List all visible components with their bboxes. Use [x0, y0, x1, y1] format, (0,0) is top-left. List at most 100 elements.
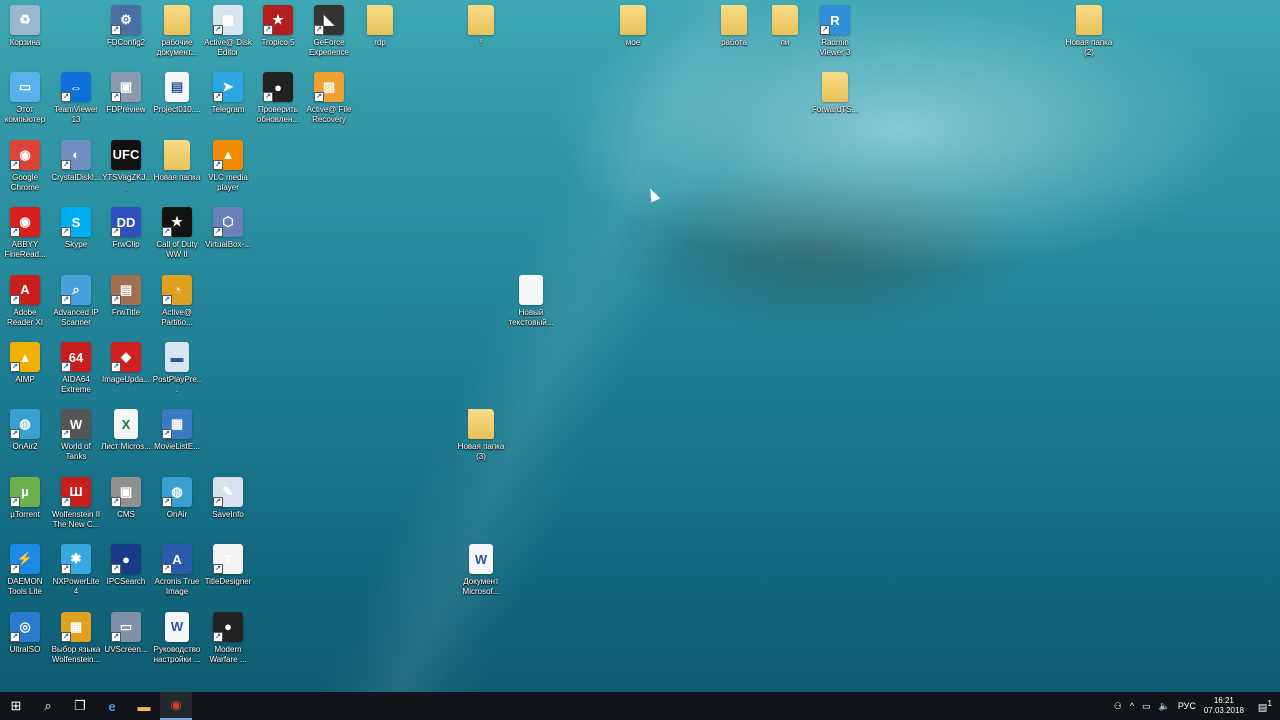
cod-ww2-icon: ★ ↗	[162, 207, 192, 238]
desktop[interactable]: ♻ Корзина ⚙ ↗ FDConfig2 рабочие документ... ▦ ↗…	[0, 0, 1280, 692]
desktop-icon-folder[interactable]: Новая папка (3)	[456, 409, 506, 462]
desktop-icon-tropico[interactable]: ★ ↗ Tropico 5	[253, 5, 303, 48]
desktop-icon-file[interactable]: Новый текстовый...	[506, 274, 556, 328]
task-view-button[interactable]: ❐	[64, 692, 96, 720]
desktop-icon-wot[interactable]: W ↗ World of Tanks	[51, 409, 101, 462]
taskbar-edge[interactable]: e	[96, 692, 128, 720]
desktop-icon-virtualbox[interactable]: ⬡ ↗ VirtualBox-...	[203, 207, 253, 250]
desktop-icon-folder[interactable]: ForwardTS...	[810, 72, 860, 115]
shortcut-arrow-icon: ↗	[61, 564, 71, 575]
desktop-icon-file[interactable]: ▬ PostPlayPre...	[152, 342, 202, 395]
desktop-icon-cod-ww2[interactable]: ★ ↗ Call of Duty WW II	[152, 207, 202, 260]
desktop-icon-partition[interactable]: ◔ ↗ Active@ Partitio...	[152, 274, 202, 328]
desktop-icon-modern-warfare[interactable]: ● ↗ Modern Warfare ...	[203, 611, 253, 665]
desktop-icon-geforce[interactable]: ◣ ↗ GeForce Experience	[304, 5, 354, 58]
desktop-icon-label: Tropico 5	[261, 38, 295, 47]
taskbar-explorer[interactable]: ▬	[128, 692, 160, 720]
desktop-icon-abbyy[interactable]: ◉ ↗ ABBYY FineRead...	[0, 207, 50, 260]
desktop-icon-language[interactable]: ▦ ↗ Выбор языка Wolfenstein...	[51, 611, 101, 665]
desktop-icon-imageupdater[interactable]: ◆ ↗ ImageUpda...	[101, 342, 151, 385]
desktop-icon-folder[interactable]: Новая папка	[152, 139, 202, 183]
desktop-icon-nxpowerlite[interactable]: ✱ ↗ NXPowerLite 4	[51, 544, 101, 597]
desktop-icon-onair[interactable]: ◍ ↗ OnAir	[152, 476, 202, 520]
desktop-icon-teamviewer[interactable]: ⇔ ↗ TeamViewer 13	[51, 72, 101, 125]
desktop-icon-label: Radmin Viewer 3	[819, 38, 851, 57]
chevron-up-icon[interactable]: ^	[1130, 701, 1134, 711]
desktop-icon-folder[interactable]: Новая папка (2)	[1064, 5, 1114, 58]
desktop-icon-folder[interactable]: мое	[608, 5, 658, 48]
desktop-icon-wolfenstein[interactable]: Ш ↗ Wolfenstein II The New C...	[51, 476, 101, 530]
volume-icon[interactable]: 🔈	[1159, 701, 1170, 712]
desktop-icon-file-recovery[interactable]: ▧ ↗ Active@ File Recovery	[304, 72, 354, 125]
folder-icon	[620, 5, 646, 35]
taskbar-chrome[interactable]: ◉	[160, 692, 192, 720]
desktop-icon-word[interactable]: W Документ Microsof...	[456, 544, 506, 597]
desktop-icon-telegram[interactable]: ➤ ↗ Telegram	[203, 72, 253, 115]
desktop-icon-acronis[interactable]: A ↗ Acronis True Image	[152, 544, 202, 597]
shortcut-arrow-icon: ↗	[61, 159, 71, 170]
desktop-icon-aida64[interactable]: 64 ↗ AIDA64 Extreme	[51, 342, 101, 395]
desktop-icon-cms[interactable]: ▣ ↗ CMS	[101, 476, 151, 520]
desktop-icon-ufc-image[interactable]: UFC YTSVagZKJ...	[101, 139, 151, 193]
network-icon[interactable]: ▭	[1142, 701, 1151, 712]
desktop-icon-label: Wolfenstein II The New C...	[51, 509, 101, 529]
desktop-icon-label: GeForce Experience	[308, 38, 350, 57]
chrome-icon: ◉ ↗	[10, 139, 40, 170]
skype-icon: S ↗	[61, 207, 91, 238]
desktop-icon-folder[interactable]: пи	[760, 5, 810, 48]
desktop-icon-computer[interactable]: ▭ Этот компьютер	[0, 72, 50, 125]
desktop-icon-daemon-tools[interactable]: ⚡ ↗ DAEMON Tools Lite	[0, 544, 50, 597]
language-indicator[interactable]: РУС	[1178, 701, 1196, 711]
desktop-icon-folder[interactable]: rdp	[355, 5, 405, 48]
start-button[interactable]: ⊞	[0, 692, 32, 720]
desktop-icon-label: Корзина	[9, 38, 41, 47]
desktop-icon-word[interactable]: W Руководство настройки ...	[152, 611, 202, 665]
saveinfo-icon: ✎ ↗	[213, 476, 243, 507]
desktop-icon-titledesigner[interactable]: T ↗ TitleDesigner	[203, 544, 253, 587]
desktop-icon-disk-editor[interactable]: ▦ ↗ Active@ Disk Editor	[203, 5, 253, 58]
desktop-icon-folder[interactable]: !	[456, 5, 506, 48]
desktop-icon-frwclip[interactable]: DD ↗ FrwClip	[101, 207, 151, 250]
desktop-icon-folder[interactable]: рабочие документ...	[152, 5, 202, 58]
desktop-icon-skype[interactable]: S ↗ Skype	[51, 207, 101, 250]
desktop-icon-movielist[interactable]: ▦ ↗ MovieListE...	[152, 409, 202, 452]
shortcut-arrow-icon: ↗	[10, 362, 20, 372]
desktop-icon-cod-update[interactable]: ● ↗ Проверить обновлен...	[253, 72, 303, 125]
shortcut-arrow-icon: ↗	[162, 496, 172, 507]
desktop-icon-label: Новая папка	[153, 172, 201, 182]
desktop-icon-recycle-bin[interactable]: ♻ Корзина	[0, 5, 50, 48]
search-button[interactable]: ⌕	[32, 692, 64, 720]
desktop-icon-onair2[interactable]: ◍ ↗ OnAir2	[0, 409, 50, 452]
desktop-icon-label: UVScreen...	[104, 644, 148, 654]
notifications-button[interactable]: ▤1	[1258, 698, 1272, 713]
desktop-icon-fdconfig[interactable]: ⚙ ↗ FDConfig2	[101, 5, 151, 48]
desktop-icon-radmin[interactable]: R ↗ Radmin Viewer 3	[810, 5, 860, 58]
desktop-icon-chrome[interactable]: ◉ ↗ Google Chrome	[0, 139, 50, 193]
desktop-icon-ip-scanner[interactable]: ⌕ ↗ Advanced IP Scanner	[51, 274, 101, 328]
desktop-icon-file[interactable]: ▤ Project010....	[152, 72, 202, 115]
desktop-icon-label: Этот компьютер	[4, 105, 46, 125]
desktop-icon-crystaldisk[interactable]: ◐ ↗ CrystalDiskI...	[51, 139, 101, 183]
desktop-icon-folder[interactable]: работа	[709, 5, 759, 48]
desktop-icon-label: AIMP	[15, 375, 35, 384]
desktop-icon-aimp[interactable]: ▲ ↗ AIMP	[0, 342, 50, 385]
desktop-icon-label: MovieListE...	[154, 442, 200, 452]
people-icon[interactable]: ⚇	[1114, 701, 1122, 712]
desktop-icon-label: VLC media player	[208, 172, 248, 192]
desktop-icon-utorrent[interactable]: µ ↗ µTorrent	[0, 476, 50, 520]
desktop-icon-label: Project010....	[153, 105, 201, 115]
desktop-icon-ultraiso[interactable]: ◎ ↗ UltraISO	[0, 611, 50, 655]
folder-icon	[164, 139, 190, 170]
desktop-icon-label: Лист Micros...	[101, 442, 151, 452]
shortcut-arrow-icon: ↗	[263, 92, 273, 103]
desktop-icon-saveinfo[interactable]: ✎ ↗ SaveInfo	[203, 476, 253, 520]
desktop-icon-adobe-reader[interactable]: A ↗ Adobe Reader XI	[0, 274, 50, 328]
desktop-icon-uvscreen[interactable]: ▭ ↗ UVScreen...	[101, 611, 151, 655]
desktop-icon-ipcsearch[interactable]: ● ↗ IPCSearch	[101, 544, 151, 587]
desktop-icon-excel[interactable]: X Лист Micros...	[101, 409, 151, 452]
desktop-icon-vlc[interactable]: ▲ ↗ VLC media player	[203, 139, 253, 193]
desktop-icon-fdpreview[interactable]: ▣ ↗ FDPreview	[101, 72, 151, 115]
shortcut-arrow-icon: ↗	[61, 92, 71, 103]
desktop-icon-frwtitle[interactable]: ▤ ↗ FrwTitle	[101, 274, 151, 318]
clock[interactable]: 16:21 07.03.2018	[1204, 696, 1244, 716]
